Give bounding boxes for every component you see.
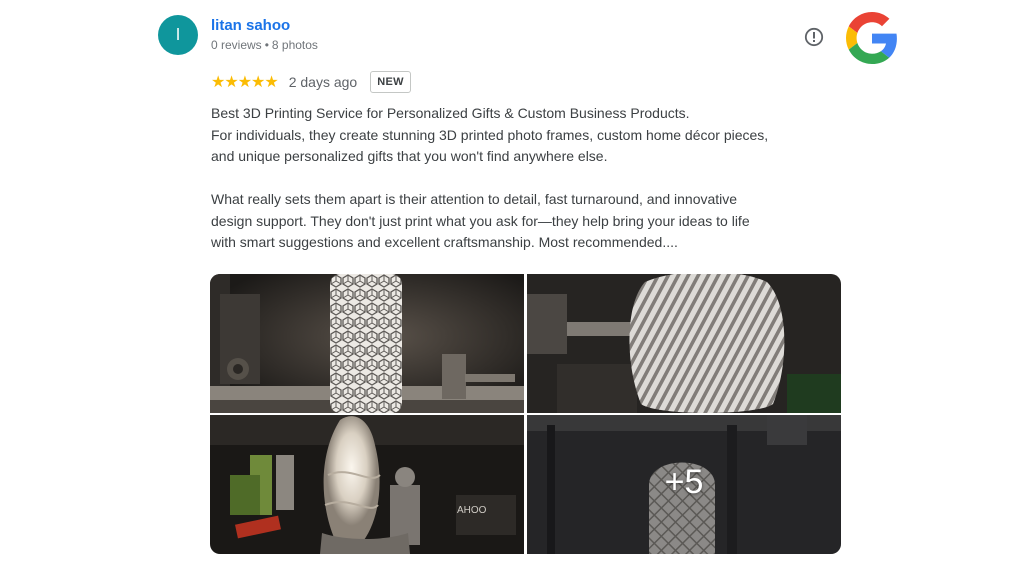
svg-text:AHOO: AHOO bbox=[457, 505, 487, 516]
report-icon[interactable] bbox=[804, 27, 824, 47]
review-count: 0 reviews bbox=[211, 38, 262, 52]
review-date: 2 days ago bbox=[288, 74, 358, 90]
review-line: with smart suggestions and excellent cra… bbox=[211, 234, 678, 250]
lamp-hexagon-pattern-photo[interactable] bbox=[210, 274, 524, 413]
photo-count: 8 photos bbox=[271, 38, 318, 52]
review-line: design support. They don't just print wh… bbox=[211, 212, 750, 229]
more-photos-label: +5 bbox=[664, 463, 704, 501]
review-line: What really sets them apart is their att… bbox=[211, 191, 738, 207]
review-line: For individuals, they create stunning 3D… bbox=[211, 126, 769, 143]
review-line: Best 3D Printing Service for Personalize… bbox=[211, 105, 690, 121]
lamp-spiral-photo[interactable]: AHOO bbox=[210, 415, 524, 554]
lamp-quilted-photo[interactable]: +5 bbox=[527, 415, 841, 554]
star-rating: ★★★★★ bbox=[211, 74, 279, 91]
reviewer-meta: 0 reviews • 8 photos bbox=[211, 38, 318, 52]
photo-grid: AHOO +5 bbox=[210, 274, 841, 554]
rating-row: ★★★★★ 2 days ago NEW bbox=[211, 69, 411, 95]
avatar[interactable]: l bbox=[158, 15, 198, 55]
reviewer-name-link[interactable]: litan sahoo bbox=[211, 17, 290, 34]
lamp-twisted-vase-photo[interactable] bbox=[527, 274, 841, 413]
review-card: l litan sahoo 0 reviews • 8 photos ★★★★★ 2… bbox=[0, 0, 1015, 570]
google-logo-icon bbox=[846, 12, 898, 64]
new-badge: NEW bbox=[370, 71, 411, 93]
meta-separator: • bbox=[264, 38, 269, 52]
review-text: Best 3D Printing Service for Personalize… bbox=[211, 103, 851, 254]
review-line: and unique personalized gifts that you w… bbox=[211, 148, 608, 164]
avatar-initial: l bbox=[176, 25, 180, 44]
